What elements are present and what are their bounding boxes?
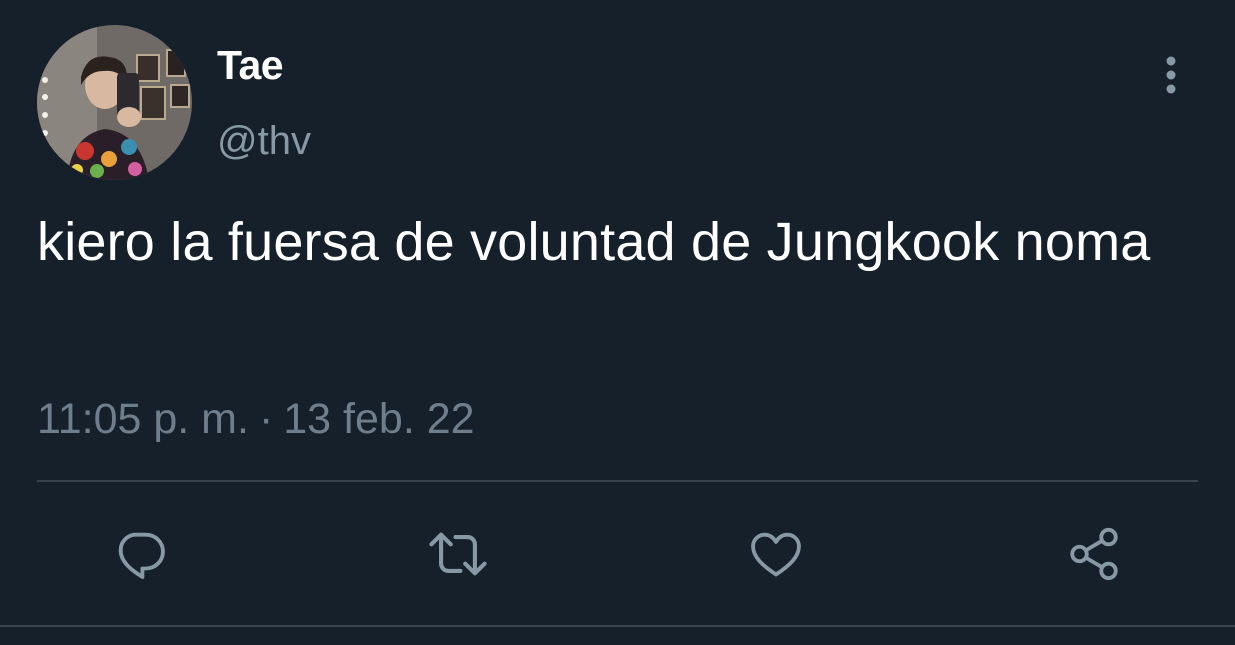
- avatar[interactable]: [37, 25, 192, 180]
- bottom-divider: [0, 625, 1235, 627]
- tweet-date: 13 feb. 22: [283, 395, 475, 443]
- more-options-button[interactable]: [1150, 50, 1192, 100]
- tweet-timestamp[interactable]: 11:05 p. m. · 13 feb. 22: [37, 394, 475, 444]
- tweet-detail: Tae @thv kiero la fuersa de voluntad de …: [0, 0, 1235, 645]
- like-button[interactable]: [744, 522, 808, 586]
- heart-icon: [751, 532, 801, 577]
- tweet-time: 11:05 p. m.: [37, 395, 249, 443]
- reply-button[interactable]: [108, 522, 172, 586]
- share-button[interactable]: [1062, 522, 1126, 586]
- divider: [37, 480, 1198, 482]
- retweet-button[interactable]: [426, 522, 490, 586]
- more-vertical-icon: [1166, 56, 1176, 94]
- user-handle[interactable]: @thv: [217, 116, 311, 166]
- avatar-image: [37, 25, 192, 180]
- reply-icon: [118, 532, 165, 579]
- display-name[interactable]: Tae: [217, 40, 284, 90]
- timestamp-separator: ·: [258, 395, 274, 443]
- share-icon: [1070, 527, 1118, 581]
- retweet-icon: [429, 532, 487, 576]
- tweet-text: kiero la fuersa de voluntad de Jungkook …: [37, 212, 1151, 272]
